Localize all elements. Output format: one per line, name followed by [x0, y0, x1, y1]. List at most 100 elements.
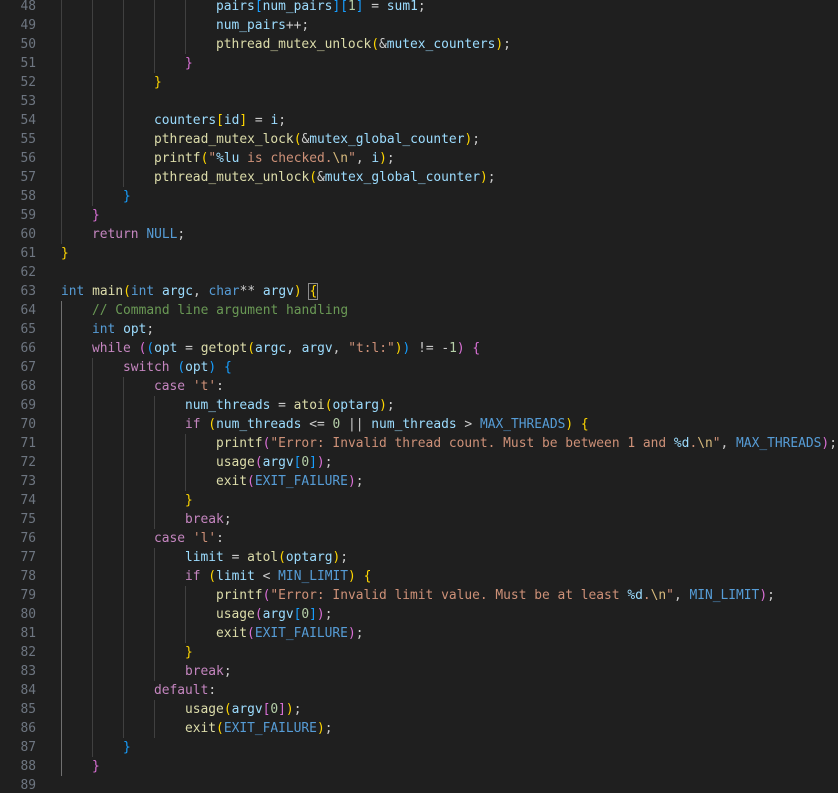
code-token: ] [309, 455, 317, 470]
code-token: " [208, 151, 217, 166]
code-line[interactable]: 67 switch (opt) { [0, 358, 838, 377]
line-code: exit(EXIT_FAILURE); [185, 719, 332, 738]
code-token: opt [123, 322, 147, 337]
code-line[interactable]: 75 break; [0, 510, 838, 529]
code-line[interactable]: 89 [0, 776, 838, 793]
code-editor[interactable]: 48 pairs[num_pairs][1] = sum1; 49 num_pairs… [0, 0, 838, 793]
code-token: } [185, 56, 193, 71]
line-code: switch (opt) { [123, 358, 232, 377]
code-token: EXIT_FAILURE [223, 721, 317, 736]
code-line[interactable]: 63 int main(int argc, char** argv) { [0, 282, 838, 301]
code-line[interactable]: 84 default: [0, 681, 838, 700]
line-code: } [185, 643, 193, 662]
code-token: pthread_mutex_unlock [216, 37, 372, 52]
code-line[interactable]: 60 return NULL; [0, 225, 838, 244]
code-token: mutex_counters [386, 37, 496, 52]
line-code: pthread_mutex_unlock(&mutex_global_count… [154, 168, 496, 187]
code-line[interactable]: 80 usage(argv[0]); [0, 605, 838, 624]
code-line[interactable]: 85 usage(argv[0]); [0, 700, 838, 719]
code-line[interactable]: 66 while ((opt = getopt(argc, argv, "t:l:… [0, 339, 838, 358]
code-token: || [340, 417, 372, 432]
code-line[interactable]: 81 exit(EXIT_FAILURE); [0, 624, 838, 643]
code-line[interactable]: 51} [0, 54, 838, 73]
code-line[interactable]: 49 num_pairs++; [0, 16, 838, 35]
code-token: ( [254, 455, 263, 470]
code-token: != - [410, 341, 450, 356]
code-token: ) [565, 417, 574, 432]
code-line[interactable]: 65 int opt; [0, 320, 838, 339]
line-code: } [123, 187, 131, 206]
code-token: ( [371, 37, 379, 52]
code-token: ) [285, 702, 294, 717]
line-code: } [185, 491, 193, 510]
line-number: 52 [20, 75, 36, 90]
code-token: \n [332, 151, 349, 166]
code-line[interactable]: 59} [0, 206, 838, 225]
code-token: ; [355, 626, 364, 641]
code-line[interactable]: 74} [0, 491, 838, 510]
code-token: num_pairs [216, 18, 286, 33]
code-line[interactable]: 86 exit(EXIT_FAILURE); [0, 719, 838, 738]
code-line[interactable]: 78 if (limit < MIN_LIMIT) { [0, 567, 838, 586]
line-number: 87 [20, 740, 36, 755]
code-line[interactable]: 56 printf("%lu is checked.\n", i); [0, 149, 838, 168]
line-number: 62 [20, 265, 36, 280]
code-line[interactable]: 71 printf("Error: Invalid thread count. M… [0, 434, 838, 453]
code-line[interactable]: 58} [0, 187, 838, 206]
code-line[interactable]: 50 pthread_mutex_unlock(&mutex_counters); [0, 35, 838, 54]
code-line[interactable]: 77 limit = atol(optarg); [0, 548, 838, 567]
code-token: 1 [449, 341, 457, 356]
code-token: ++; [285, 18, 310, 33]
code-line[interactable]: 73 exit(EXIT_FAILURE); [0, 472, 838, 491]
code-line[interactable]: 68 case 't': [0, 377, 838, 396]
code-token: int [61, 284, 85, 299]
code-token: EXIT_FAILURE [254, 474, 348, 489]
line-code: printf("%lu is checked.\n", i); [154, 149, 395, 168]
code-token: ( [208, 569, 217, 584]
code-token: [ [216, 113, 224, 128]
code-line[interactable]: 83 break; [0, 662, 838, 681]
code-token: { [308, 283, 319, 300]
code-token: = [223, 550, 248, 565]
code-line[interactable]: 64 // Command line argument handling [0, 301, 838, 320]
code-token: getopt [200, 341, 248, 356]
code-line[interactable]: 76 case 'l': [0, 529, 838, 548]
code-token: , [720, 436, 737, 451]
code-token: ( [208, 417, 217, 432]
code-token: = [363, 0, 387, 14]
code-line[interactable]: 70 if (num_threads <= 0 || num_threads > … [0, 415, 838, 434]
line-code: while ((opt = getopt(argc, argv, "t:l:")… [92, 339, 480, 358]
line-code: if (num_threads <= 0 || num_threads > MA… [185, 415, 589, 434]
code-token: ) [348, 569, 356, 584]
code-token: < [254, 569, 279, 584]
code-line[interactable]: 57 pthread_mutex_unlock(&mutex_global_cou… [0, 168, 838, 187]
code-line[interactable]: 88} [0, 757, 838, 776]
code-line[interactable]: 54 counters[id] = i; [0, 111, 838, 130]
line-number: 78 [20, 569, 36, 584]
code-line[interactable]: 87} [0, 738, 838, 757]
code-line[interactable]: 52} [0, 73, 838, 92]
code-token: printf [216, 588, 263, 603]
code-line[interactable]: 55 pthread_mutex_lock(&mutex_global_count… [0, 130, 838, 149]
code-line[interactable]: 69 num_threads = atoi(optarg); [0, 396, 838, 415]
code-token: , [355, 151, 372, 166]
code-token: [ [254, 0, 263, 14]
line-number: 74 [20, 493, 36, 508]
code-token: ) [316, 721, 325, 736]
code-line[interactable]: 72 usage(argv[0]); [0, 453, 838, 472]
code-token: argv [301, 341, 333, 356]
code-line[interactable]: 53 [0, 92, 838, 111]
code-line[interactable]: 48 pairs[num_pairs][1] = sum1; [0, 0, 838, 16]
code-token: printf [216, 436, 263, 451]
code-token: , [286, 341, 302, 356]
code-line[interactable]: 61} [0, 244, 838, 263]
code-line[interactable]: 82} [0, 643, 838, 662]
line-number: 53 [20, 94, 36, 109]
code-token: break [185, 664, 224, 679]
code-line[interactable]: 62 [0, 263, 838, 282]
code-token: MIN_LIMIT [689, 588, 760, 603]
code-line[interactable]: 79 printf("Error: Invalid limit value. Mu… [0, 586, 838, 605]
code-token: argc [255, 341, 287, 356]
